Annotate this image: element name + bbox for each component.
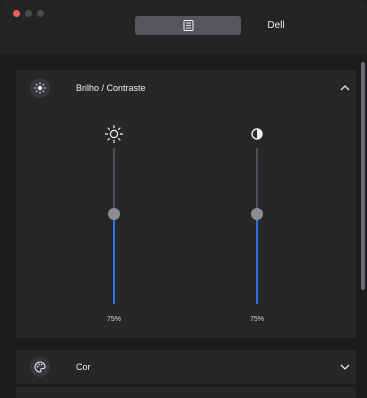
title-bar: Dell [0,0,367,54]
contrast-value: 75% [249,316,264,323]
brightness-track[interactable] [113,148,115,304]
scrollbar[interactable] [361,62,365,290]
contrast-track-fill [256,214,258,304]
brightness-icon [30,78,50,98]
settings-content: Brilho / Contraste 75% 75% Cor [0,54,367,398]
tab-settings[interactable] [135,16,241,35]
brightness-contrast-title: Brilho / Contraste [76,83,146,93]
tab-dell[interactable]: Dell [260,20,292,31]
sun-icon [104,124,124,144]
contrast-thumb[interactable] [251,208,263,220]
color-title: Cor [76,362,91,372]
minimize-window-button[interactable] [25,10,32,17]
next-section-peek [16,387,356,398]
brightness-track-fill [113,214,115,304]
document-list-icon [183,20,193,31]
close-window-button[interactable] [13,10,20,17]
app-window: Dell Brilho / Contraste 75% 75% Cor [0,0,367,398]
chevron-down-icon [340,364,350,370]
brightness-value: 75% [106,316,121,323]
section-header-brightness[interactable] [338,81,352,95]
brightness-contrast-panel: Brilho / Contraste 75% 75% [16,70,356,338]
palette-icon [30,357,50,377]
contrast-icon [251,128,263,140]
brightness-slider[interactable]: 75% [99,124,129,329]
brightness-thumb[interactable] [108,208,120,220]
section-header-color[interactable]: Cor [16,350,356,384]
maximize-window-button[interactable] [37,10,44,17]
chevron-up-icon [340,85,350,91]
contrast-slider[interactable]: 75% [242,124,272,329]
contrast-track[interactable] [256,148,258,304]
color-chevron[interactable] [338,360,352,374]
